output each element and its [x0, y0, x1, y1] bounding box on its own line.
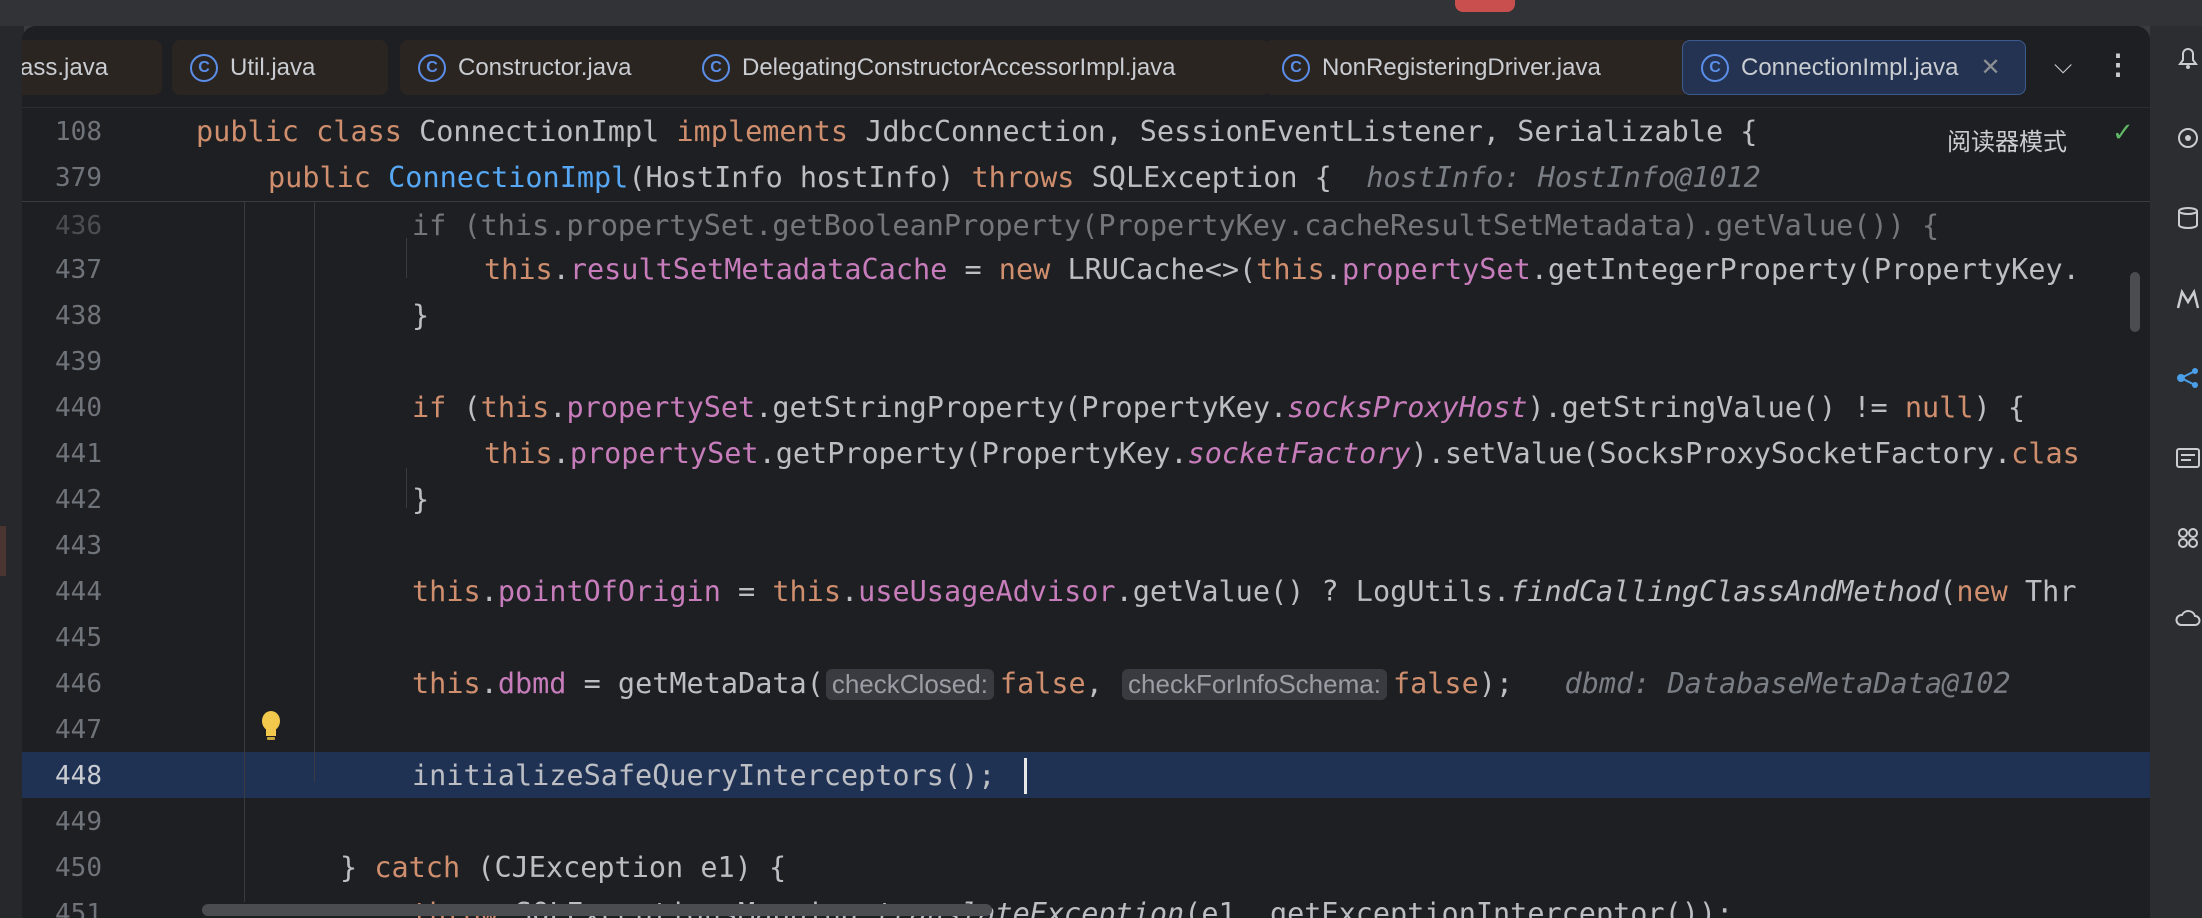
code-line: 443 [55, 531, 102, 561]
code-line: 436 if (this.propertySet.getBooleanPrope… [55, 209, 1940, 242]
code-line-current: 448 initializeSafeQueryInterceptors(); [55, 759, 996, 792]
code-text: } [412, 299, 430, 332]
services-icon[interactable] [2174, 524, 2202, 552]
tab-label: Util.java [230, 53, 316, 81]
tab-non-registering-driver-java[interactable]: C NonRegisteringDriver.java [1264, 40, 1690, 95]
code-line: 440 if (this.propertySet.getStringProper… [55, 391, 2025, 424]
structure-icon[interactable] [2174, 364, 2202, 392]
code-line: 439 [55, 347, 102, 377]
code-line: 445 [55, 623, 102, 653]
sticky-line[interactable]: 108 public class ConnectionImpl implemen… [22, 108, 2150, 154]
param-hint: checkClosed: [825, 669, 994, 700]
class-icon: C [418, 53, 446, 82]
code-text: if (this.propertySet.getBooleanProperty(… [412, 209, 1940, 242]
reader-mode-button[interactable]: 阅读器模式 [1947, 122, 2067, 157]
text-caret [1024, 758, 1027, 794]
code-text: this.pointOfOrigin = this.useUsageAdviso… [412, 575, 2077, 608]
horizontal-scrollbar[interactable] [202, 904, 992, 916]
code-line: 446 this.dbmd = getMetaData(checkClosed:… [55, 667, 2011, 700]
debug-value-hint: hostInfo: HostInfo@1012 [1366, 161, 1761, 194]
code-line: 449 [55, 807, 102, 837]
code-text: public ConnectionImpl(HostInfo hostInfo)… [268, 161, 1761, 194]
right-tool-strip [2150, 26, 2202, 918]
database-icon[interactable] [2174, 204, 2202, 232]
code-line: 447 [55, 715, 102, 745]
terminal-icon[interactable] [2174, 444, 2202, 472]
tab-connection-impl-java[interactable]: C ConnectionImpl.java ✕ [1682, 40, 2026, 95]
code-editor[interactable]: 436 if (this.propertySet.getBooleanPrope… [22, 108, 2150, 918]
tab-label: DelegatingConstructorAccessorImpl.java [742, 53, 1176, 81]
tab-constructor-java[interactable]: C Constructor.java [400, 40, 700, 95]
code-line: 437 this.resultSetMetadataCache = new LR… [55, 253, 2080, 286]
tab-util-java[interactable]: C Util.java [172, 40, 388, 95]
debug-value-hint: dbmd: DatabaseMetaData@102 [1564, 667, 2011, 700]
code-text: } [412, 483, 430, 516]
code-line: 444 this.pointOfOrigin = this.useUsageAd… [55, 575, 2077, 608]
class-icon: C [1282, 53, 1310, 82]
class-icon: C [190, 53, 218, 82]
editor-window: ass.java C Util.java C Constructor.java … [22, 26, 2150, 918]
maven-icon[interactable] [2174, 284, 2202, 312]
tab-delegating-constructor-accessor-impl-java[interactable]: C DelegatingConstructorAccessorImpl.java [684, 40, 1270, 95]
notifications-icon[interactable] [2174, 44, 2202, 72]
tab-label: NonRegisteringDriver.java [1322, 53, 1601, 81]
top-red-indicator [1455, 0, 1515, 12]
code-text: initializeSafeQueryInterceptors(); [412, 759, 996, 792]
check-icon: ✓ [2112, 118, 2134, 148]
class-icon: C [702, 53, 730, 82]
param-hint: checkForInfoSchema: [1122, 669, 1387, 700]
code-line: 441 this.propertySet.getProperty(Propert… [55, 437, 2080, 470]
more-options-icon[interactable]: ⋮ [2104, 48, 2132, 81]
tab-label: ConnectionImpl.java [1741, 53, 1959, 81]
vertical-scrollbar[interactable] [2130, 272, 2140, 332]
top-strip [0, 0, 2202, 26]
code-text: this.propertySet.getProperty(PropertyKey… [484, 437, 2080, 470]
left-panel-edge [0, 26, 24, 918]
chevron-down-icon[interactable]: ⌵ [2054, 52, 2072, 80]
cloud-icon[interactable] [2174, 604, 2202, 632]
code-text: if (this.propertySet.getStringProperty(P… [412, 391, 2025, 424]
sticky-line[interactable]: 379 public ConnectionImpl(HostInfo hostI… [22, 154, 2150, 200]
code-line: 450 } catch (CJException e1) { [55, 851, 787, 884]
editor-tab-bar: ass.java C Util.java C Constructor.java … [22, 26, 2150, 108]
close-tab-icon[interactable]: ✕ [1980, 53, 2000, 82]
code-line: 442 } [55, 483, 430, 516]
tab-label: ass.java [22, 53, 109, 81]
tab-label: Constructor.java [458, 53, 632, 81]
code-line: 438 } [55, 299, 430, 332]
tab-ass-java[interactable]: ass.java [22, 40, 162, 95]
code-text: this.resultSetMetadataCache = new LRUCac… [484, 253, 2080, 286]
class-icon: C [1701, 53, 1729, 82]
left-accent [0, 526, 6, 576]
code-text: public class ConnectionImpl implements J… [196, 115, 1758, 148]
code-text: this.dbmd = getMetaData(checkClosed: fals… [412, 667, 2011, 700]
ai-assistant-icon[interactable] [2174, 124, 2202, 152]
code-text: } catch (CJException e1) { [340, 851, 787, 884]
sticky-scope-header: 108 public class ConnectionImpl implemen… [22, 108, 2150, 202]
lightbulb-icon[interactable] [260, 710, 282, 742]
